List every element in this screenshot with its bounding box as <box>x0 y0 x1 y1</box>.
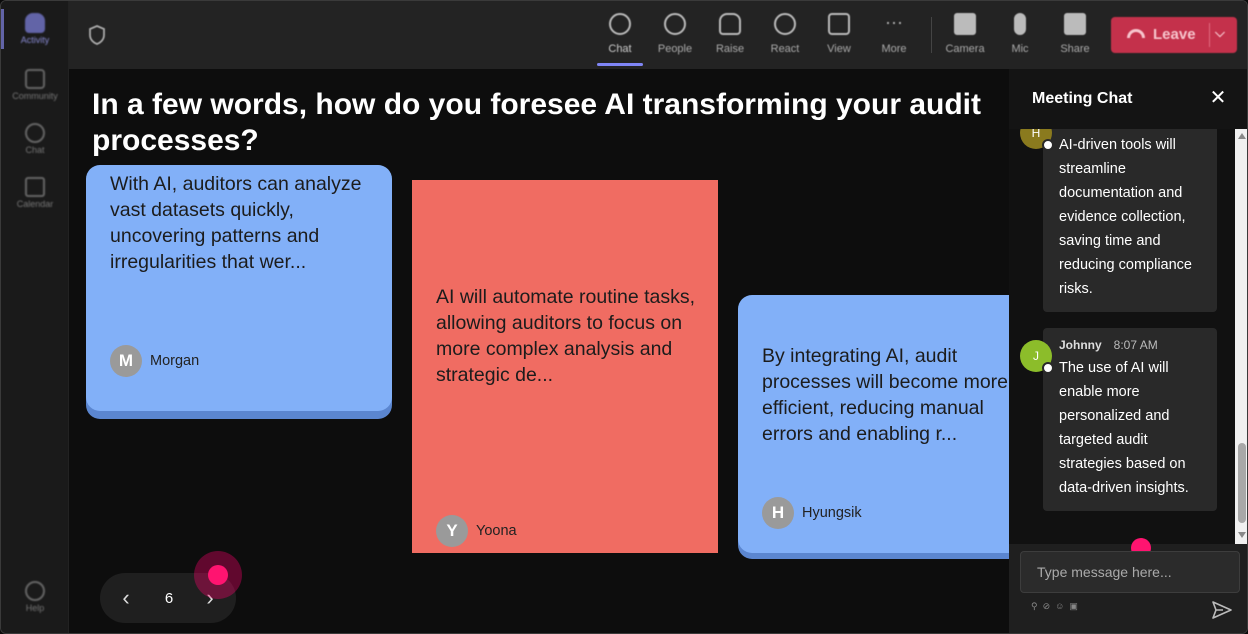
mic-button[interactable]: Mic <box>995 11 1045 61</box>
camera-off-icon <box>954 13 976 35</box>
chat-icon <box>609 13 631 35</box>
more-button-label: More <box>881 43 907 55</box>
chat-message: Johnny 8:07 AM The use of AI will enable … <box>1043 328 1217 511</box>
scrollbar-thumb[interactable] <box>1238 443 1246 523</box>
avatar: J <box>1020 340 1054 374</box>
scroll-down-arrow-icon[interactable] <box>1238 532 1246 538</box>
rail-item-help[interactable]: Help <box>1 581 69 613</box>
chevron-down-icon[interactable]: ⌵ <box>1215 25 1225 41</box>
camera-button[interactable]: Camera <box>940 11 990 61</box>
response-author: Yoona <box>476 523 517 539</box>
chat-message: AI-driven tools will streamline document… <box>1043 129 1217 312</box>
raise-button-label: Raise <box>715 43 745 55</box>
grid-icon <box>828 13 850 35</box>
shield-icon[interactable] <box>89 25 105 45</box>
chat-title: Meeting Chat <box>1032 90 1133 107</box>
close-icon[interactable]: ✕ <box>1207 87 1229 109</box>
presence-dot <box>1042 139 1054 151</box>
message-time: 8:07 AM <box>1113 338 1158 352</box>
share-screen-icon <box>1064 13 1086 35</box>
raise-hand-button[interactable]: Raise <box>705 11 755 61</box>
response-card[interactable]: With AI, auditors can analyze vast datas… <box>86 165 392 411</box>
share-button-label: Share <box>1060 43 1090 55</box>
calendar-icon <box>25 177 45 197</box>
help-icon <box>25 581 45 601</box>
toolbar-divider <box>931 17 932 53</box>
page-number: 6 <box>164 590 174 607</box>
camera-button-label: Camera <box>945 43 985 55</box>
app-rail: Activity Community Chat Calendar Help <box>1 1 69 633</box>
response-card[interactable]: By integrating AI, audit processes will … <box>738 295 1009 553</box>
rail-item-label: Chat <box>25 145 45 155</box>
poll-question: In a few words, how do you foresee AI tr… <box>92 88 981 157</box>
people-button[interactable]: People <box>650 11 700 61</box>
active-tab-indicator <box>597 63 643 66</box>
share-button[interactable]: Share <box>1050 11 1100 61</box>
format-icon[interactable]: ⚲ <box>1031 601 1043 611</box>
more-button[interactable]: ··· More <box>869 11 919 61</box>
message-text: The use of AI will enable more personali… <box>1059 360 1189 496</box>
react-button-label: React <box>770 43 800 55</box>
avatar: H <box>1020 129 1054 151</box>
people-button-label: People <box>657 43 693 55</box>
avatar: M <box>110 345 142 377</box>
leave-button-label: Leave <box>1153 26 1196 43</box>
avatar-initial: J <box>1033 349 1039 363</box>
leave-divider <box>1209 23 1210 47</box>
response-text: With AI, auditors can analyze vast datas… <box>110 173 367 273</box>
chat-messages[interactable]: AI-driven tools will streamline document… <box>1009 129 1247 544</box>
chevron-left-icon[interactable]: ‹ <box>116 587 136 609</box>
response-author: Morgan <box>150 353 200 369</box>
response-card[interactable]: AI will automate routine tasks, allowing… <box>412 180 718 553</box>
chat-button[interactable]: Chat <box>595 11 645 61</box>
smile-icon <box>774 13 796 35</box>
rail-item-label: Help <box>25 603 45 613</box>
view-button-label: View <box>827 43 851 55</box>
presentation-stage: In a few words, how do you foresee AI tr… <box>69 69 1009 633</box>
rail-item-activity[interactable]: Activity <box>1 13 69 45</box>
chat-header: Meeting Chat ✕ <box>1009 69 1247 129</box>
attach-icon[interactable]: ⊘ <box>1043 601 1056 611</box>
mic-icon <box>1014 13 1026 35</box>
phone-hangup-icon <box>1127 29 1145 38</box>
rail-item-label: Calendar <box>16 199 54 209</box>
message-text: AI-driven tools will streamline document… <box>1059 137 1192 297</box>
message-meta: Johnny 8:07 AM <box>1059 338 1158 352</box>
rail-item-calendar[interactable]: Calendar <box>1 177 69 209</box>
avatar-initial: H <box>1031 129 1041 140</box>
mic-button-label: Mic <box>1011 43 1029 55</box>
gif-icon[interactable]: ▣ <box>1069 601 1083 611</box>
presence-dot <box>1042 362 1054 374</box>
avatar: Y <box>436 515 468 547</box>
scroll-up-arrow-icon[interactable] <box>1238 133 1246 139</box>
compose-tools[interactable]: ⚲⊘☺▣ <box>1031 601 1083 612</box>
message-sender: Johnny <box>1059 338 1102 352</box>
more-dots-icon: ··· <box>885 12 903 32</box>
rail-item-label: Community <box>12 91 58 101</box>
hand-icon <box>719 13 741 35</box>
people-icon <box>664 13 686 35</box>
response-text: By integrating AI, audit processes will … <box>762 345 1009 445</box>
pointer-cursor <box>208 565 228 585</box>
message-input[interactable] <box>1020 551 1240 593</box>
response-author: Hyungsik <box>802 505 862 521</box>
community-icon <box>25 69 45 89</box>
response-text: AI will automate routine tasks, allowing… <box>436 286 701 386</box>
react-button[interactable]: React <box>760 11 810 61</box>
rail-item-chat[interactable]: Chat <box>1 123 69 155</box>
meeting-chat-panel: Meeting Chat ✕ AI-driven tools will stre… <box>1009 69 1247 633</box>
send-icon[interactable] <box>1211 599 1233 621</box>
chat-button-label: Chat <box>608 43 632 55</box>
emoji-icon[interactable]: ☺ <box>1055 601 1069 611</box>
leave-button[interactable]: Leave ⌵ <box>1111 17 1237 53</box>
meeting-toolbar: Chat People Raise React View ··· More Ca… <box>69 1 1247 69</box>
chat-icon <box>25 123 45 143</box>
chat-scrollbar[interactable] <box>1235 129 1247 544</box>
avatar: H <box>762 497 794 529</box>
view-button[interactable]: View <box>814 11 864 61</box>
rail-item-community[interactable]: Community <box>1 69 69 101</box>
meeting-window: Activity Community Chat Calendar Help Ch… <box>0 0 1248 634</box>
bell-icon <box>25 13 45 33</box>
rail-item-label: Activity <box>20 35 50 45</box>
